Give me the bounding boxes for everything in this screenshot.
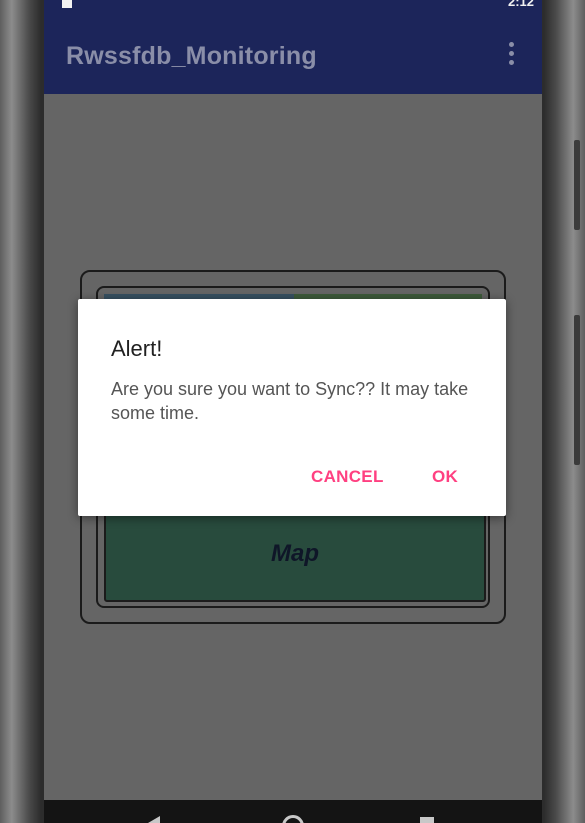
navigation-bar <box>44 800 542 823</box>
more-vert-icon[interactable] <box>506 42 516 70</box>
alert-dialog: Alert! Are you sure you want to Sync?? I… <box>78 299 506 516</box>
map-button-label: Map <box>271 540 319 567</box>
map-button[interactable]: Map <box>104 510 486 602</box>
dialog-message: Are you sure you want to Sync?? It may t… <box>111 379 469 423</box>
notification-icon <box>62 0 72 8</box>
app-bar: Rwssfdb_Monitoring <box>44 14 542 94</box>
dialog-title: Alert! <box>111 336 163 361</box>
cancel-button[interactable]: CANCEL <box>311 467 384 487</box>
status-time: 2:12 <box>507 0 534 9</box>
volume-button <box>574 315 580 465</box>
status-bar: 2:12 <box>44 0 542 14</box>
power-button <box>574 140 580 230</box>
recents-icon[interactable] <box>420 817 434 823</box>
ok-button[interactable]: OK <box>432 467 458 487</box>
back-icon[interactable] <box>148 816 160 823</box>
app-title: Rwssfdb_Monitoring <box>66 42 317 70</box>
home-icon[interactable] <box>282 815 304 823</box>
